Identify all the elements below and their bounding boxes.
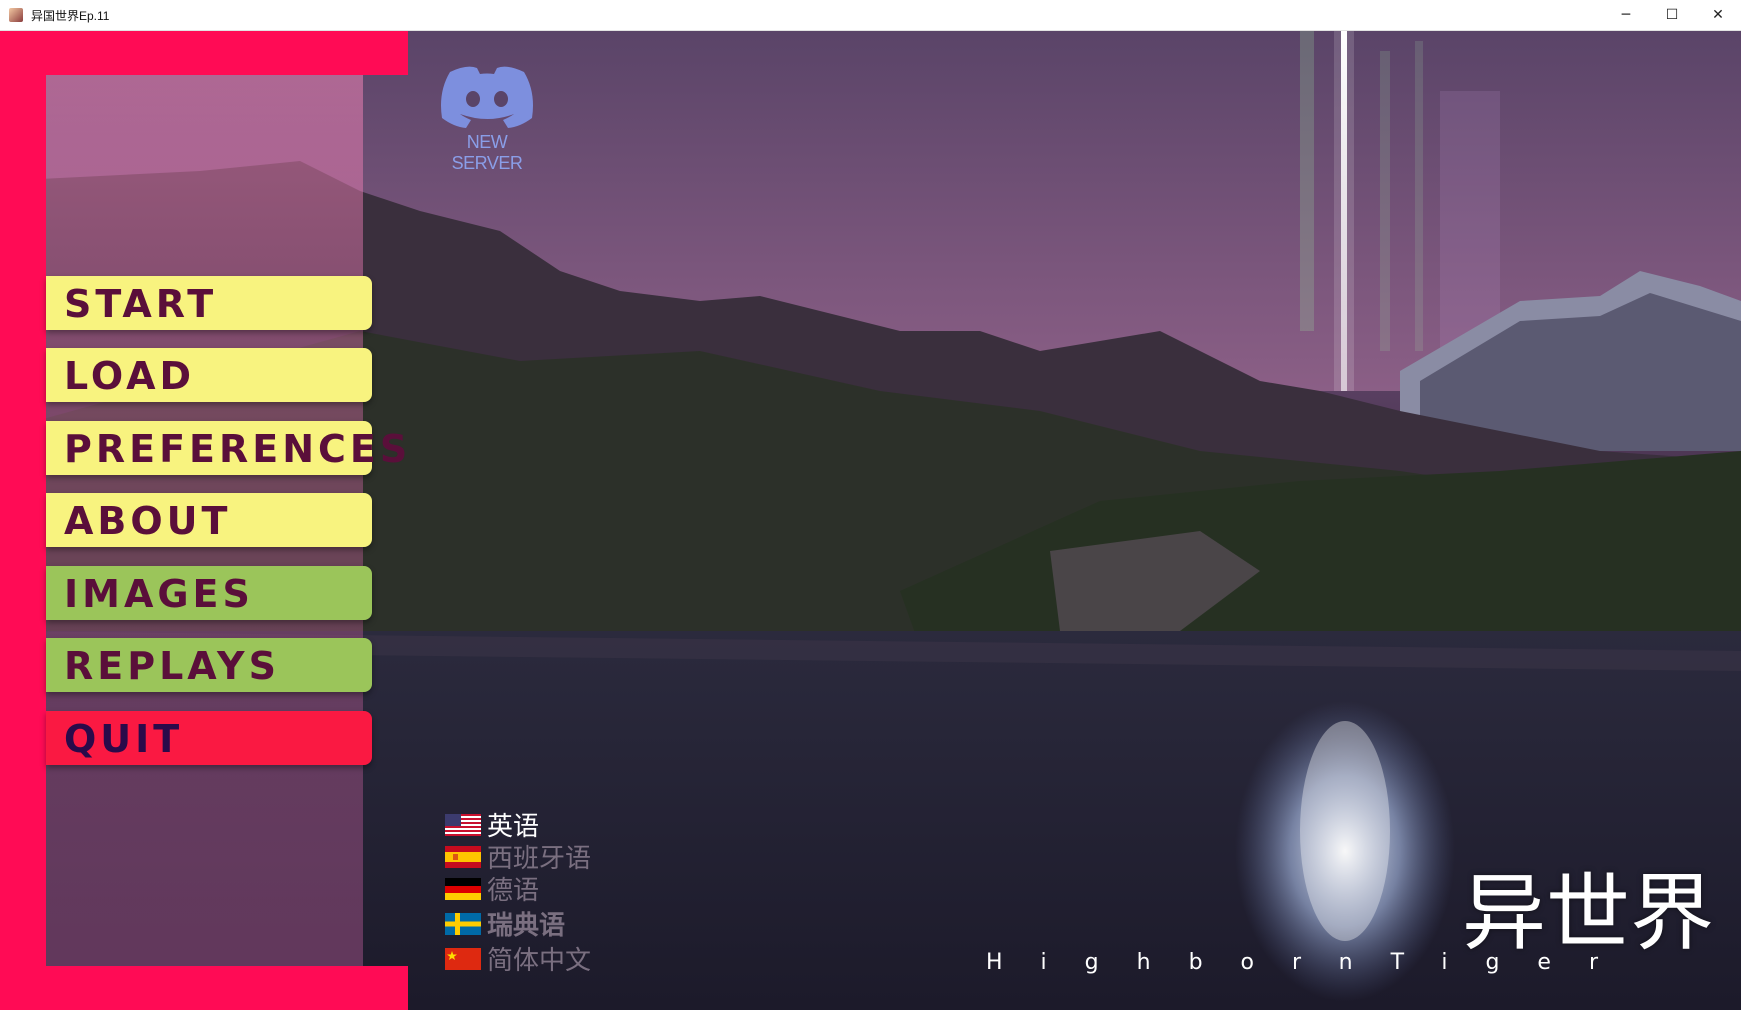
maximize-button[interactable]: ☐ [1649,0,1695,31]
panel-frame-top [0,31,408,75]
minimize-button[interactable]: ─ [1603,0,1649,31]
language-label: 简体中文 [487,946,592,976]
discord-link[interactable]: NEW SERVER [432,62,542,173]
panel-frame-bottom [0,966,408,1010]
game-logo-subtitle: HighbornTiger [986,950,1637,975]
discord-label: NEW SERVER [451,132,523,173]
language-label: 瑞典语 [487,911,566,941]
close-button[interactable]: ✕ [1695,0,1741,31]
panel-frame-left [0,31,46,1010]
images-button[interactable]: IMAGES [46,566,372,620]
germany-flag-icon [445,878,481,900]
us-flag-icon [445,814,481,836]
language-label: 德语 [487,876,540,906]
china-flag-icon [445,948,481,970]
window-title: 异国世界Ep.11 [31,9,110,23]
replays-button[interactable]: REPLAYS [46,638,372,692]
quit-button[interactable]: QUIT [46,711,372,765]
load-button[interactable]: LOAD [46,348,372,402]
start-button[interactable]: START [46,276,372,330]
discord-icon [441,66,533,128]
game-logo-title: 异世界 [1462,864,1715,962]
about-button[interactable]: ABOUT [46,493,372,547]
preferences-button[interactable]: PREFERENCES [46,421,407,475]
main-menu-panel: START LOAD PREFERENCES ABOUT IMAGES REPL… [0,31,408,1010]
spain-flag-icon [445,846,481,868]
app-icon [9,8,23,22]
sweden-flag-icon [445,913,481,935]
window-titlebar: 异国世界Ep.11 ─ ☐ ✕ [0,0,1741,31]
